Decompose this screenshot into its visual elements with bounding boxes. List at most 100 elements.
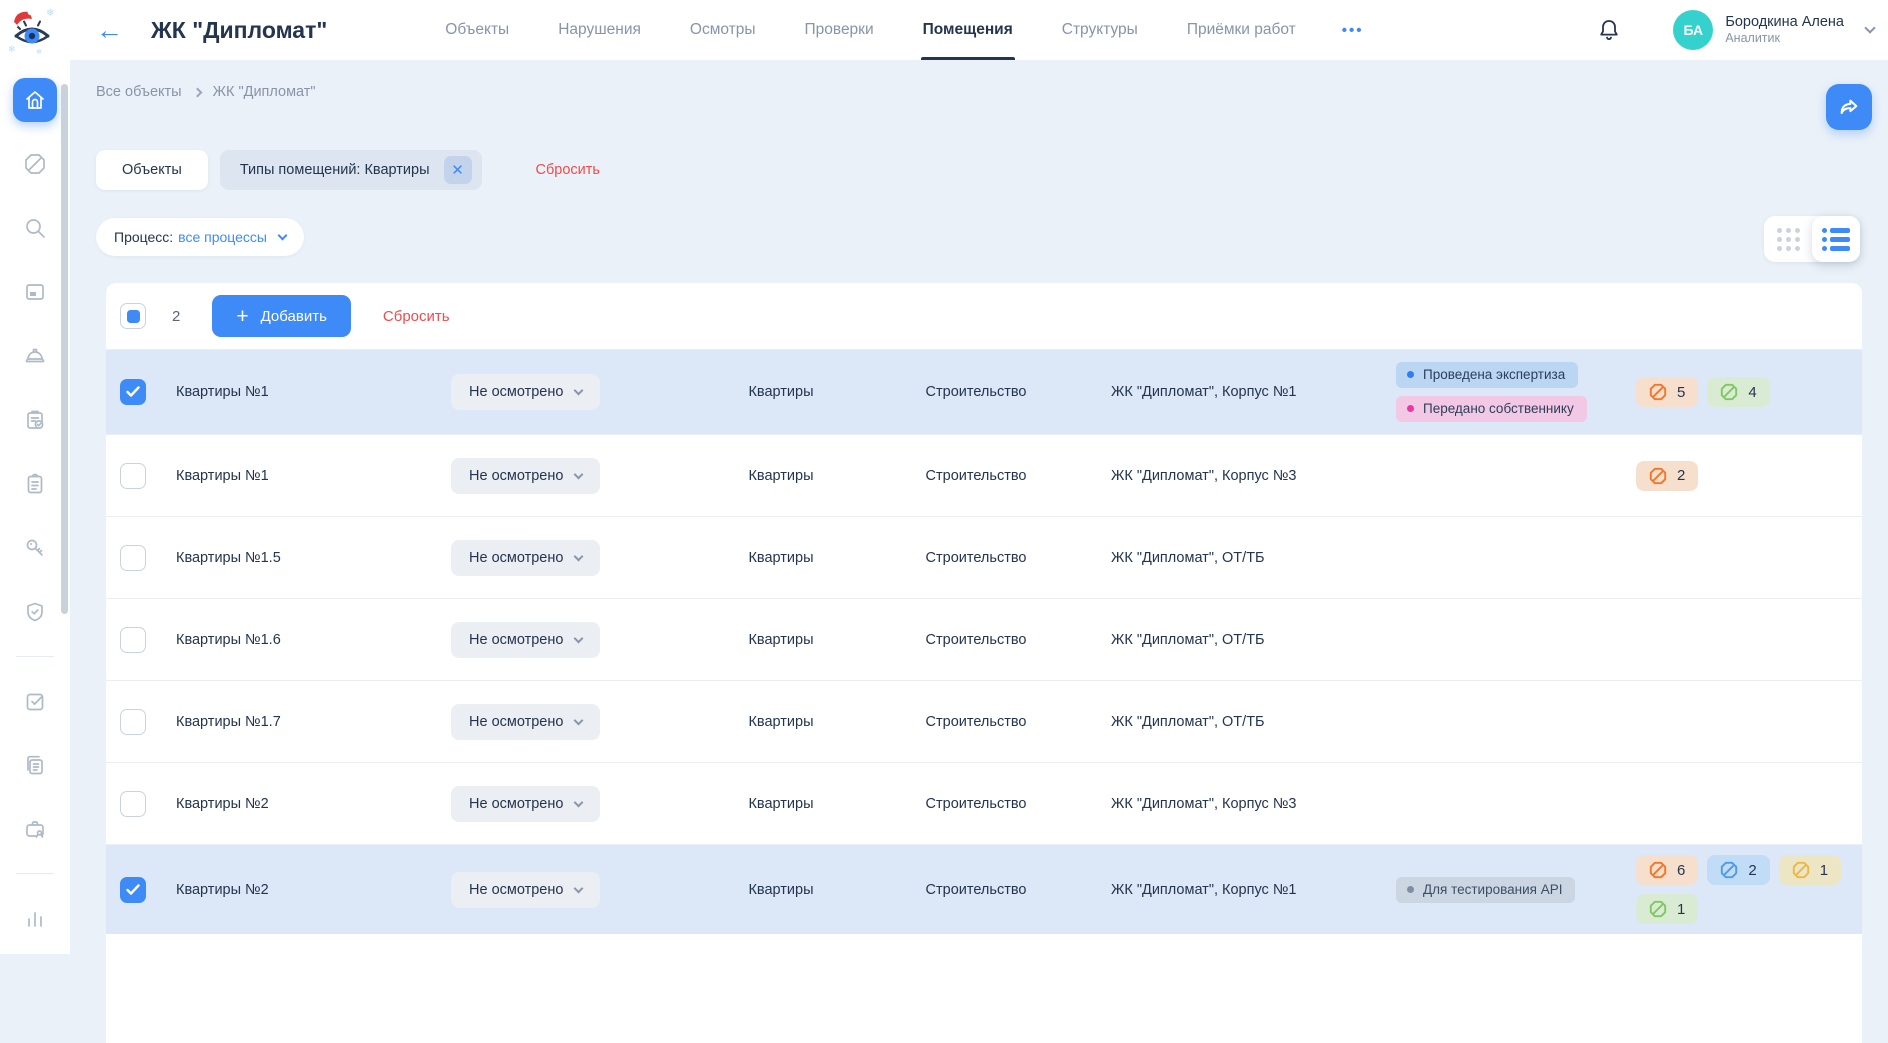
room-type: Квартиры	[696, 468, 866, 484]
violation-count-badge[interactable]: 1	[1779, 855, 1841, 885]
rooms-table-card: 2 + Добавить Сбросить Квартиры №1 Не осм…	[106, 283, 1862, 1043]
sidebar-no-entry-icon[interactable]	[13, 142, 57, 186]
remove-filter-close-icon[interactable]: ✕	[444, 156, 472, 184]
row-tags: Проведена экспертизаПередано собственник…	[1396, 350, 1636, 434]
share-button[interactable]	[1826, 84, 1872, 130]
process-value: все процессы	[178, 229, 267, 245]
nav-tab-помещения[interactable]: Помещения	[923, 0, 1013, 60]
list-view-button[interactable]	[1812, 216, 1860, 262]
list-view-icon	[1822, 228, 1850, 251]
violation-count-badge[interactable]: 2	[1636, 461, 1698, 491]
selection-reset-link[interactable]: Сбросить	[383, 308, 450, 325]
room-type: Квартиры	[696, 384, 866, 400]
nav-more-button[interactable]: •••	[1342, 22, 1364, 39]
notifications-bell-icon[interactable]	[1597, 18, 1621, 42]
status-dropdown[interactable]: Не осмотрено	[451, 540, 600, 576]
status-dropdown[interactable]: Не осмотрено	[451, 622, 600, 658]
room-name[interactable]: Квартиры №1.7	[156, 714, 441, 730]
sidebar-panel-icon[interactable]	[13, 270, 57, 314]
room-name[interactable]: Квартиры №1	[156, 468, 441, 484]
row-checkbox[interactable]	[120, 791, 146, 817]
violation-count-badge[interactable]: 2	[1707, 855, 1769, 885]
filter-row: Объекты Типы помещений: Квартиры ✕ Сброс…	[96, 150, 600, 190]
no-entry-icon	[1792, 861, 1810, 879]
nav-tab-осмотры[interactable]: Осмотры	[690, 0, 756, 60]
room-name[interactable]: Квартиры №1	[156, 384, 441, 400]
user-info[interactable]: Бородкина Алена Аналитик	[1725, 13, 1844, 47]
row-badges	[1636, 712, 1862, 732]
process-label: Процесс:	[114, 229, 173, 245]
back-button[interactable]: ←	[96, 17, 123, 44]
status-cell: Не осмотрено	[441, 458, 696, 494]
room-name[interactable]: Квартиры №1.6	[156, 632, 441, 648]
table-row[interactable]: Квартиры №2 Не осмотрено Квартиры Строит…	[106, 762, 1862, 844]
nav-tab-приёмки-работ[interactable]: Приёмки работ	[1187, 0, 1296, 60]
sidebar-search-icon[interactable]	[13, 206, 57, 250]
sidebar-task-check-icon[interactable]	[13, 679, 57, 723]
user-avatar[interactable]: БА	[1673, 10, 1713, 50]
table-row[interactable]: Квартиры №1.6 Не осмотрено Квартиры Стро…	[106, 598, 1862, 680]
add-button[interactable]: + Добавить	[212, 295, 351, 337]
row-checkbox[interactable]	[120, 627, 146, 653]
room-type: Квартиры	[696, 882, 866, 898]
row-checkbox[interactable]	[120, 877, 146, 903]
sidebar-documents-icon[interactable]	[13, 743, 57, 787]
sidebar-briefcase-user-icon[interactable]	[13, 807, 57, 851]
status-label: Не осмотрено	[469, 384, 563, 400]
table-row[interactable]: Квартиры №1.7 Не осмотрено Квартиры Стро…	[106, 680, 1862, 762]
svg-text:❄: ❄	[46, 8, 54, 19]
grid-view-button[interactable]	[1764, 216, 1812, 262]
room-name[interactable]: Квартиры №2	[156, 796, 441, 812]
user-menu-chevron-down-icon[interactable]	[1864, 22, 1875, 33]
sidebar-clipboard-list-icon[interactable]	[13, 462, 57, 506]
room-name[interactable]: Квартиры №2	[156, 882, 441, 898]
table-row[interactable]: Квартиры №1.5 Не осмотрено Квартиры Стро…	[106, 516, 1862, 598]
row-checkbox[interactable]	[120, 463, 146, 489]
sidebar-hardhat-icon[interactable]	[13, 334, 57, 378]
violation-count-badge[interactable]: 6	[1636, 855, 1698, 885]
room-process: Строительство	[866, 796, 1086, 812]
violation-count-badge[interactable]: 4	[1707, 377, 1769, 407]
nav-tab-объекты[interactable]: Объекты	[445, 0, 509, 60]
status-label: Не осмотрено	[469, 714, 563, 730]
vertical-scrollbar[interactable]	[61, 84, 68, 614]
sidebar-bar-chart-icon[interactable]	[13, 896, 57, 940]
room-type-filter-label: Типы помещений: Квартиры	[240, 162, 430, 178]
status-dropdown[interactable]: Не осмотрено	[451, 458, 600, 494]
user-name: Бородкина Алена	[1725, 13, 1844, 31]
violation-count-badge[interactable]: 1	[1636, 894, 1698, 924]
room-location: ЖК "Дипломат", Корпус №3	[1086, 796, 1396, 812]
process-dropdown[interactable]: Процесс: все процессы	[96, 218, 304, 256]
room-location: ЖК "Дипломат", Корпус №1	[1086, 384, 1396, 400]
select-all-checkbox[interactable]	[120, 303, 146, 329]
nav-tab-проверки[interactable]: Проверки	[805, 0, 874, 60]
row-checkbox[interactable]	[120, 545, 146, 571]
objects-chip[interactable]: Объекты	[96, 150, 208, 190]
table-row[interactable]: Квартиры №2 Не осмотрено Квартиры Строит…	[106, 844, 1862, 934]
status-dropdown[interactable]: Не осмотрено	[451, 786, 600, 822]
status-dropdown[interactable]: Не осмотрено	[451, 374, 600, 410]
room-location: ЖК "Дипломат", ОТ/ТБ	[1086, 714, 1396, 730]
status-dropdown[interactable]: Не осмотрено	[451, 872, 600, 908]
breadcrumb-root[interactable]: Все объекты	[96, 84, 182, 100]
nav-tab-структуры[interactable]: Структуры	[1062, 0, 1138, 60]
app-logo-eye-icon[interactable]: ❄ ❄ ❄	[6, 4, 58, 56]
row-checkbox-cell	[106, 877, 156, 903]
sidebar-shield-check-icon[interactable]	[13, 590, 57, 634]
table-row[interactable]: Квартиры №1 Не осмотрено Квартиры Строит…	[106, 434, 1862, 516]
row-checkbox[interactable]	[120, 709, 146, 735]
violation-count-badge[interactable]: 5	[1636, 377, 1698, 407]
filters-reset-link[interactable]: Сбросить	[536, 162, 600, 178]
row-checkbox[interactable]	[120, 379, 146, 405]
status-dropdown[interactable]: Не осмотрено	[451, 704, 600, 740]
table-row[interactable]: Квартиры №1 Не осмотрено Квартиры Строит…	[106, 349, 1862, 434]
nav-tab-нарушения[interactable]: Нарушения	[558, 0, 641, 60]
status-chevron-down-icon	[574, 551, 584, 561]
sidebar-clipboard-check-icon[interactable]	[13, 398, 57, 442]
room-type-filter-chip[interactable]: Типы помещений: Квартиры ✕	[220, 150, 482, 190]
view-toggle	[1764, 216, 1860, 262]
sidebar-key-icon[interactable]	[13, 526, 57, 570]
sidebar-home-icon[interactable]	[13, 78, 57, 122]
room-name[interactable]: Квартиры №1.5	[156, 550, 441, 566]
breadcrumb-chevron-icon	[192, 87, 202, 97]
